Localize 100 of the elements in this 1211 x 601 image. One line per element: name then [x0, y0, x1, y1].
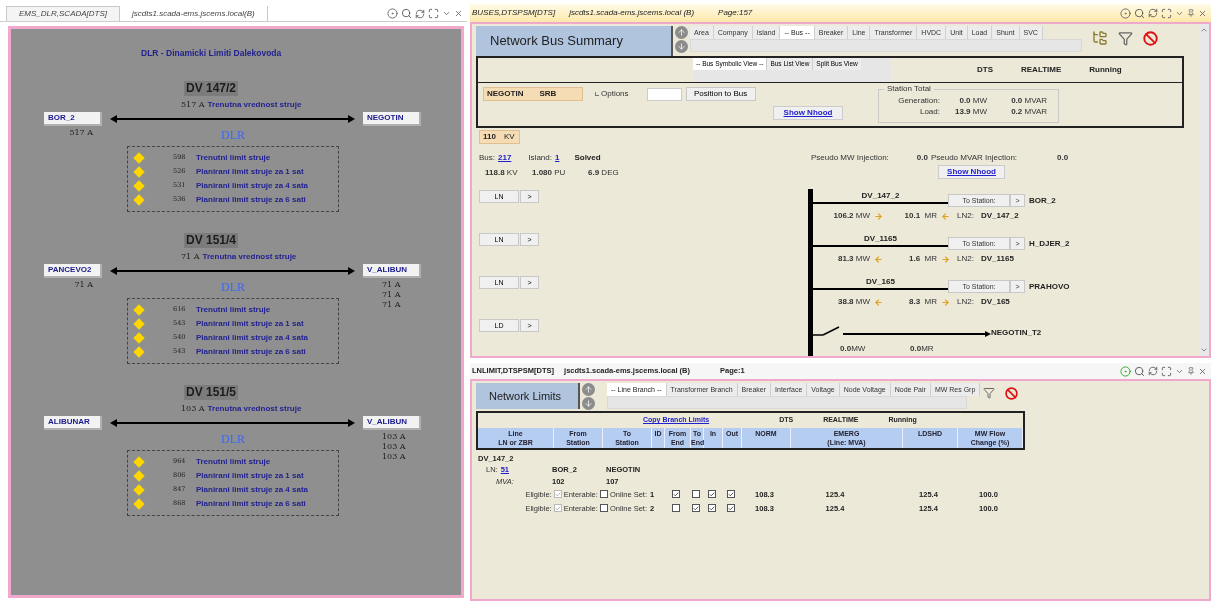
limit-label: Trenutni limit struje	[196, 303, 271, 316]
solved-status: Solved	[574, 152, 601, 164]
close-icon[interactable]	[1198, 8, 1207, 18]
target-icon[interactable]	[387, 8, 398, 19]
tree-icon[interactable]	[1092, 30, 1108, 46]
deg-value: 6.9 DEG	[588, 167, 619, 179]
limit-label: Planirani limit struje za 4 sata	[196, 483, 309, 496]
total-label: Load:	[918, 106, 940, 117]
ln2-label: LN2:	[957, 296, 974, 308]
limit-label: Planirani limit struje za 4 sata	[196, 179, 309, 192]
limit-label: Planirani limit struje za 1 sat	[196, 165, 304, 178]
ln2-name: DV_1165	[980, 253, 1014, 265]
no-entry-icon[interactable]	[1143, 30, 1158, 46]
current-label: Trenutna vrednost struje	[202, 251, 297, 262]
limit-label: Trenutni limit struje	[196, 455, 271, 468]
ln2-label: LN2:	[957, 210, 974, 222]
window-title: BUSES,DTSPSM[DTS]	[472, 7, 556, 19]
limit-label: Trenutni limit struje	[196, 151, 271, 164]
maximize-icon[interactable]	[1161, 7, 1172, 19]
checkbox[interactable]	[726, 490, 735, 499]
page-number: Page:157	[718, 7, 753, 19]
mw-value: 0.0MW	[840, 343, 867, 355]
kv-value: 118.8 KV	[485, 167, 519, 179]
checkbox[interactable]	[553, 490, 562, 499]
maximize-icon[interactable]	[1161, 365, 1172, 377]
corner-icon	[595, 92, 599, 96]
station-button[interactable]: ALIBUNAR	[44, 415, 102, 430]
limit-label: Planirani limit struje za 1 sat	[196, 469, 304, 482]
reading: 71 A	[74, 279, 93, 290]
scrollbar[interactable]	[1199, 24, 1209, 356]
position-button[interactable]: Position to Bus	[685, 87, 756, 101]
pu-value: 1.080 PU	[532, 167, 567, 179]
line-name: DV_1165	[864, 234, 897, 244]
target-icon[interactable]	[1120, 7, 1131, 19]
load-name: NEGOTIN_T2	[991, 328, 1042, 338]
filter-icon[interactable]	[983, 387, 995, 399]
mw-value: 38.8 MW	[837, 296, 870, 308]
dlr-label: DLR	[221, 128, 245, 142]
scroll-up-icon[interactable]	[582, 383, 595, 396]
station-button[interactable]: BOR_2	[44, 111, 102, 126]
island-link[interactable]: 1	[554, 152, 560, 164]
voltage-value: 110	[483, 131, 496, 143]
checkbox[interactable]	[599, 504, 608, 513]
search-icon[interactable]	[401, 8, 412, 19]
close-icon[interactable]	[1198, 366, 1207, 376]
checkbox[interactable]	[726, 504, 735, 513]
scroll-up-icon[interactable]	[1200, 26, 1208, 34]
reading: 103 A	[382, 451, 406, 462]
show-nhood-button[interactable]: Show Nhood	[773, 106, 843, 120]
checkbox[interactable]	[599, 490, 608, 499]
bus-link[interactable]: 217	[498, 152, 512, 164]
station-button[interactable]: NEGOTIN	[363, 111, 421, 126]
refresh-icon[interactable]	[415, 8, 425, 19]
checkbox[interactable]	[672, 490, 680, 499]
search-icon[interactable]	[1134, 365, 1145, 377]
reading: 103 A	[382, 431, 406, 442]
scroll-down-icon[interactable]	[675, 40, 688, 53]
refresh-icon[interactable]	[1148, 366, 1158, 376]
pseudo-mvar-label: Pseudo MVAR Injection:	[930, 152, 1018, 164]
pseudo-mw-label: Pseudo MW Injection:	[811, 152, 889, 164]
show-nhood-button[interactable]: Show Nhood	[938, 165, 1005, 179]
dlr-label: DLR	[221, 280, 245, 294]
options-button[interactable]: Options	[601, 88, 629, 100]
diagram-title: DLR - Dinamicki Limiti Dalekovoda	[141, 47, 282, 60]
close-icon[interactable]	[454, 9, 463, 18]
station-button[interactable]: PANCEVO2	[44, 263, 102, 278]
scroll-down-icon[interactable]	[582, 397, 595, 410]
checkbox[interactable]	[707, 504, 716, 513]
checkbox[interactable]	[707, 490, 716, 499]
voltage-unit: KV	[503, 131, 515, 143]
search-icon[interactable]	[1134, 7, 1145, 19]
pin-icon[interactable]	[1187, 367, 1195, 375]
no-entry-icon[interactable]	[1005, 387, 1018, 400]
refresh-icon[interactable]	[1148, 8, 1158, 18]
target-icon[interactable]	[1120, 365, 1131, 377]
status-label: Running	[1089, 64, 1122, 76]
checkbox[interactable]	[672, 504, 680, 513]
filter-icon[interactable]	[1118, 30, 1133, 46]
maximize-icon[interactable]	[428, 8, 439, 19]
station-button[interactable]: V_ALIBUN	[363, 415, 421, 430]
mr-value: 1.6 MR	[908, 253, 937, 265]
checkbox[interactable]	[691, 504, 700, 513]
checkbox[interactable]	[553, 504, 562, 513]
ln2-name: DV_165	[980, 296, 1010, 308]
mr-value: 10.1 MR	[903, 210, 937, 222]
current-label: Trenutna vrednost struje	[207, 99, 302, 110]
limit-label: Planirani limit struje za 6 sati	[196, 345, 306, 358]
scroll-up-icon[interactable]	[675, 26, 688, 39]
dropdown-icon[interactable]	[442, 9, 451, 18]
total-label: Generation:	[897, 95, 940, 106]
window-tab[interactable]: EMS_DLR,SCADA[DTS]	[6, 6, 121, 21]
pseudo-mw-value: 0.0	[916, 152, 928, 164]
scroll-down-icon[interactable]	[1200, 346, 1208, 354]
pin-icon[interactable]	[1187, 9, 1195, 17]
position-field[interactable]	[646, 87, 682, 101]
checkbox[interactable]	[691, 490, 700, 499]
station-code: NEGOTIN	[487, 88, 524, 100]
station-button[interactable]: V_ALIBUN	[363, 263, 421, 278]
current-value: 517 A	[181, 99, 205, 110]
station-code: SRB	[539, 88, 557, 100]
